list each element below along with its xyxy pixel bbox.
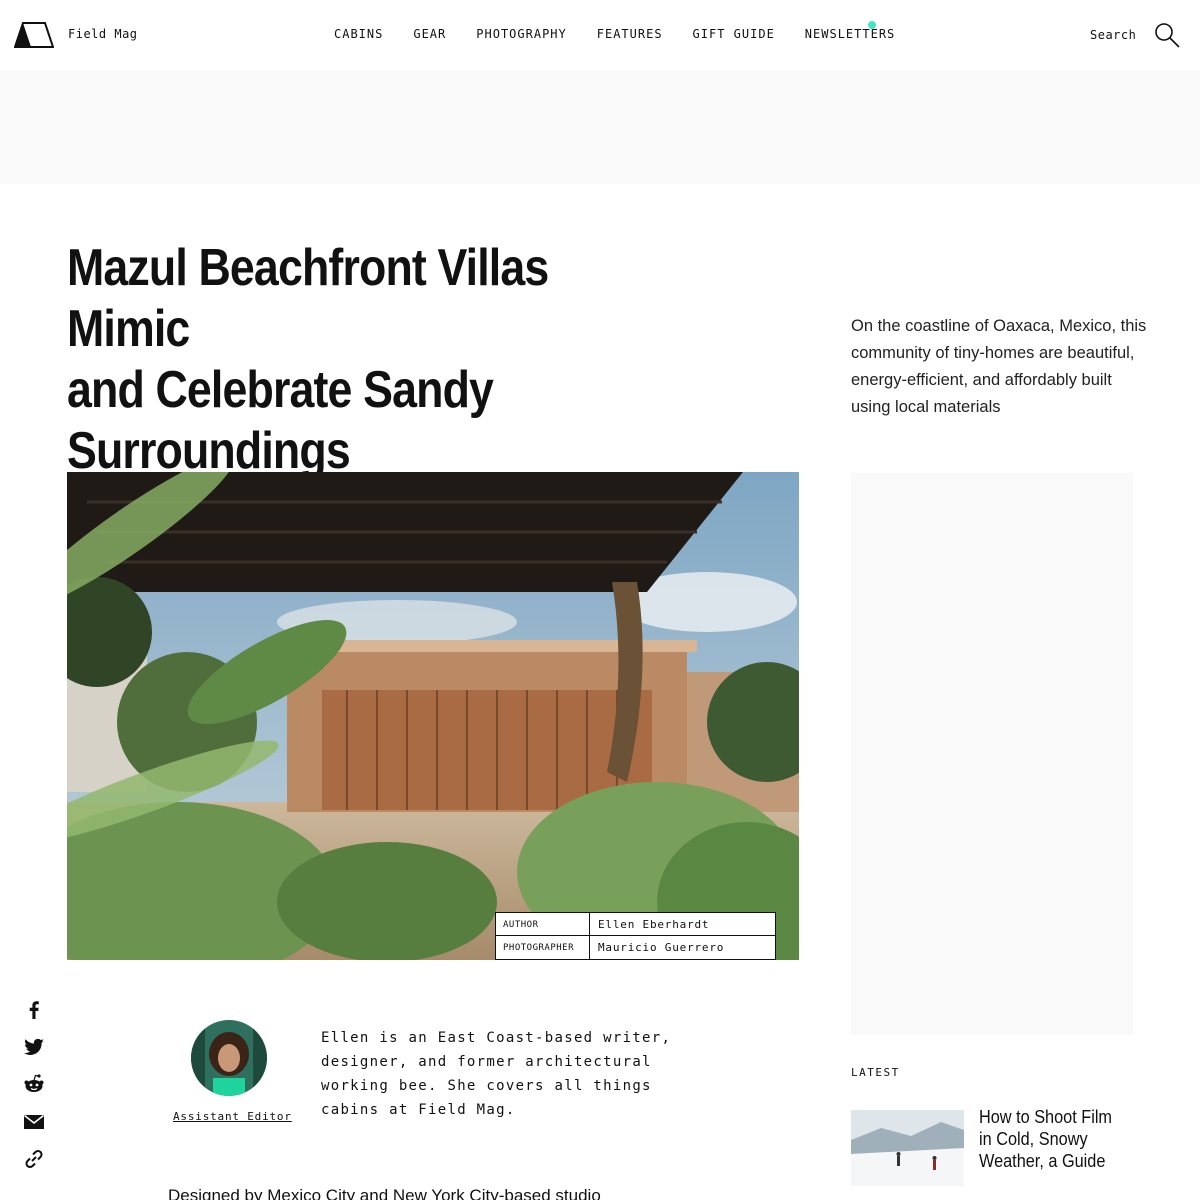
- title-line-2: and Celebrate Sandy: [67, 361, 494, 419]
- brand-name[interactable]: Field Mag: [68, 27, 138, 41]
- credit-row-author: AUTHOR Ellen Eberhardt: [496, 913, 775, 936]
- new-indicator-dot: [868, 21, 876, 29]
- credit-label: PHOTOGRAPHER: [496, 936, 590, 959]
- author-bio: Ellen is an East Coast-based writer, des…: [321, 1030, 672, 1118]
- title-line-1: Mazul Beachfront Villas Mimic: [67, 239, 549, 358]
- article-dek: On the coastline of Oaxaca, Mexico, this…: [851, 317, 1147, 416]
- credit-value[interactable]: Mauricio Guerrero: [590, 936, 724, 959]
- facebook-icon[interactable]: [22, 997, 46, 1021]
- ad-banner-placeholder: [0, 70, 1200, 184]
- site-header: Field Mag CABINS GEAR PHOTOGRAPHY FEATUR…: [0, 0, 1200, 70]
- hero-image: [67, 472, 799, 960]
- article-body-start: Designed by Mexico City and New York Cit…: [168, 1186, 601, 1200]
- latest-item-thumbnail[interactable]: [851, 1110, 964, 1186]
- twitter-icon[interactable]: [22, 1035, 46, 1059]
- main-nav: CABINS GEAR PHOTOGRAPHY FEATURES GIFT GU…: [334, 27, 925, 41]
- search-label[interactable]: Search: [1090, 28, 1136, 42]
- email-icon[interactable]: [22, 1110, 46, 1134]
- nav-gift-guide[interactable]: GIFT GUIDE: [693, 27, 775, 41]
- author-role-link[interactable]: Assistant Editor: [173, 1110, 292, 1123]
- credit-value[interactable]: Ellen Eberhardt: [590, 913, 709, 935]
- article-title: Mazul Beachfront Villas Mimic and Celebr…: [67, 238, 669, 482]
- nav-photography[interactable]: PHOTOGRAPHY: [476, 27, 566, 41]
- sidebar-ad-placeholder: [851, 473, 1133, 1035]
- search-icon[interactable]: [1154, 22, 1180, 48]
- latest-item-title[interactable]: How to Shoot Film in Cold, Snowy Weather…: [979, 1106, 1129, 1172]
- nav-cabins[interactable]: CABINS: [334, 27, 383, 41]
- credit-row-photographer: PHOTOGRAPHER Mauricio Guerrero: [496, 936, 775, 959]
- credit-label: AUTHOR: [496, 913, 590, 935]
- field-mag-logo-icon[interactable]: [14, 22, 54, 48]
- link-icon[interactable]: [22, 1147, 46, 1171]
- nav-gear[interactable]: GEAR: [413, 27, 446, 41]
- nav-features[interactable]: FEATURES: [597, 27, 663, 41]
- nav-newsletters[interactable]: NEWSLETTERS: [805, 27, 895, 41]
- reddit-icon[interactable]: [22, 1072, 46, 1096]
- author-avatar[interactable]: [191, 1020, 267, 1096]
- credits-table: AUTHOR Ellen Eberhardt PHOTOGRAPHER Maur…: [495, 912, 776, 960]
- latest-label: LATEST: [851, 1066, 900, 1079]
